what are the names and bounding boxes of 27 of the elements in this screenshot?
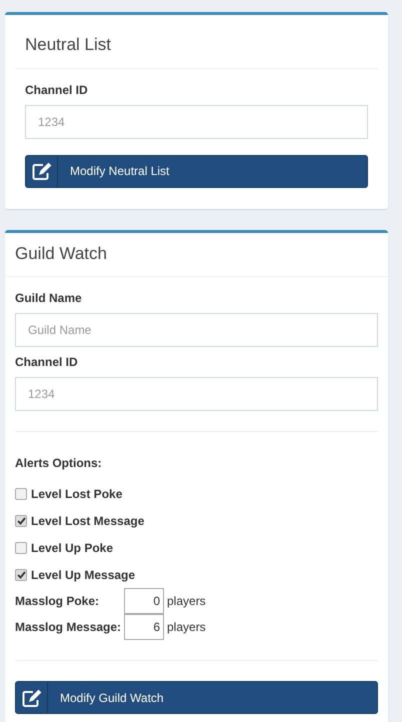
checkbox[interactable] [15, 488, 27, 500]
field-label: Channel ID [25, 82, 89, 98]
modify-button[interactable]: Modify Neutral List [25, 154, 368, 188]
checkbox-label: Level Up Poke [31, 540, 114, 556]
checkbox-label: Level Up Message [31, 566, 136, 584]
unit-label: players [167, 619, 206, 636]
field-label: Channel ID [15, 354, 79, 371]
edit-icon [32, 162, 52, 180]
field-label: Masslog Poke: [15, 593, 100, 610]
checkbox-label: Level Lost Message [31, 512, 144, 530]
card-title: Neutral List [15, 15, 378, 68]
field-label: Masslog Message: [15, 619, 122, 636]
input-field[interactable]: Guild Name [15, 313, 378, 347]
field-label: Guild Name [15, 290, 83, 307]
checkbox[interactable] [15, 568, 27, 580]
checkbox-label: Level Lost Poke [31, 486, 122, 502]
edit-icon [22, 688, 42, 706]
number-field[interactable]: 0 [124, 588, 164, 614]
checkbox[interactable] [15, 514, 27, 526]
checkbox[interactable] [15, 542, 27, 554]
number-field[interactable]: 6 [124, 614, 164, 640]
modify-button[interactable]: Modify Guild Watch [15, 681, 378, 714]
section-heading: Alerts Options: [15, 455, 103, 472]
card-title: Guild Watch [5, 232, 388, 277]
input-field[interactable]: 1234 [15, 377, 378, 411]
unit-label: players [167, 593, 206, 610]
input-field[interactable]: 1234 [25, 104, 368, 138]
